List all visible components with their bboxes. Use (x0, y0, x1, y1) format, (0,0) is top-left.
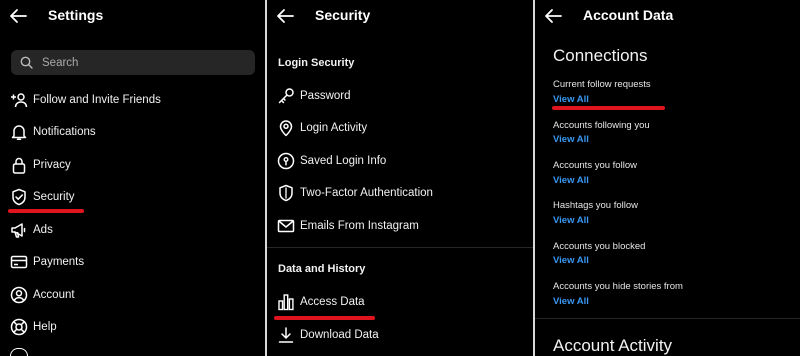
back-arrow-icon[interactable] (275, 6, 297, 26)
keyhole-icon (277, 152, 295, 170)
section-divider (267, 247, 533, 248)
settings-item-follow-invite[interactable]: Follow and Invite Friends (10, 88, 161, 112)
shield-icon (10, 188, 28, 206)
settings-item-label: Payments (33, 256, 85, 268)
back-arrow-icon[interactable] (8, 6, 30, 26)
account-data-panel: Account Data Connections Current follow … (535, 0, 800, 356)
settings-panel: Settings Follow and Invite Friends Notif… (0, 0, 265, 356)
bar-chart-icon (277, 293, 295, 311)
search-icon (20, 56, 33, 69)
connection-row-label: Accounts you hide stories from (553, 281, 683, 292)
security-item-label: Two-Factor Authentication (300, 187, 433, 199)
settings-item-security[interactable]: Security (10, 185, 75, 209)
page-title: Account Data (583, 7, 674, 23)
security-item-label: Download Data (300, 329, 379, 341)
bell-icon (10, 123, 28, 141)
settings-item-notifications[interactable]: Notifications (10, 120, 96, 144)
connection-row-label: Accounts you blocked (553, 241, 646, 252)
lock-icon (10, 156, 28, 174)
settings-item-label: Account (33, 289, 75, 301)
settings-item-account[interactable]: Account (10, 283, 75, 307)
account-data-header: Account Data (535, 0, 800, 32)
follow-requests-highlight-underline (552, 106, 665, 110)
security-item-label: Access Data (300, 296, 365, 308)
settings-item-label: Notifications (33, 126, 96, 138)
section-heading-login-security: Login Security (278, 57, 355, 69)
security-item-emails[interactable]: Emails From Instagram (277, 214, 419, 238)
settings-item-ads[interactable]: Ads (10, 218, 53, 242)
security-item-saved-login-info[interactable]: Saved Login Info (277, 149, 386, 173)
settings-item-payments[interactable]: Payments (10, 250, 84, 274)
security-item-access-data[interactable]: Access Data (277, 290, 365, 314)
access-data-highlight-underline (274, 316, 375, 320)
section-divider (535, 318, 800, 319)
page-title: Settings (48, 7, 104, 23)
settings-item-label: Ads (33, 224, 53, 236)
security-item-label: Emails From Instagram (300, 220, 419, 232)
key-icon (277, 87, 295, 105)
search-bar[interactable] (11, 50, 255, 75)
security-panel: Security Login Security Password Login A… (267, 0, 533, 356)
connection-row-label: Accounts following you (553, 120, 650, 131)
security-item-password[interactable]: Password (277, 84, 351, 108)
settings-item-label: Privacy (33, 159, 71, 171)
settings-item-label: Help (33, 321, 57, 333)
settings-item-help[interactable]: Help (10, 315, 57, 339)
partial-next-item-icon (10, 348, 28, 356)
view-all-link[interactable]: View All (553, 255, 589, 266)
shield-check-icon (277, 184, 295, 202)
security-header: Security (267, 0, 533, 32)
person-circle-icon (10, 286, 28, 304)
connection-row-label: Current follow requests (553, 79, 651, 90)
connection-row-label: Accounts you follow (553, 160, 637, 171)
view-all-link[interactable]: View All (553, 94, 589, 105)
download-icon (277, 326, 295, 344)
settings-header: Settings (0, 0, 265, 32)
search-input[interactable] (42, 50, 242, 75)
settings-item-label: Security (33, 191, 75, 203)
megaphone-icon (10, 221, 28, 239)
view-all-link[interactable]: View All (553, 134, 589, 145)
connection-row-label: Hashtags you follow (553, 200, 639, 211)
security-item-label: Saved Login Info (300, 155, 387, 167)
mail-icon (277, 217, 295, 235)
connections-heading: Connections (553, 46, 648, 65)
lifebuoy-icon (10, 318, 28, 336)
settings-item-label: Follow and Invite Friends (33, 94, 161, 106)
add-person-icon (10, 91, 28, 109)
account-activity-heading: Account Activity (553, 336, 673, 355)
settings-item-privacy[interactable]: Privacy (10, 153, 71, 177)
card-icon (10, 253, 28, 271)
security-highlight-underline (8, 209, 84, 213)
security-item-label: Login Activity (300, 122, 368, 134)
security-item-label: Password (300, 90, 351, 102)
page-title: Security (315, 7, 371, 23)
security-item-two-factor[interactable]: Two-Factor Authentication (277, 181, 433, 205)
view-all-link[interactable]: View All (553, 175, 589, 186)
security-item-login-activity[interactable]: Login Activity (277, 116, 367, 140)
section-heading-data-history: Data and History (278, 263, 366, 275)
view-all-link[interactable]: View All (553, 296, 589, 307)
location-pin-icon (277, 119, 295, 137)
view-all-link[interactable]: View All (553, 215, 589, 226)
security-item-download-data[interactable]: Download Data (277, 323, 379, 347)
back-arrow-icon[interactable] (543, 6, 565, 26)
